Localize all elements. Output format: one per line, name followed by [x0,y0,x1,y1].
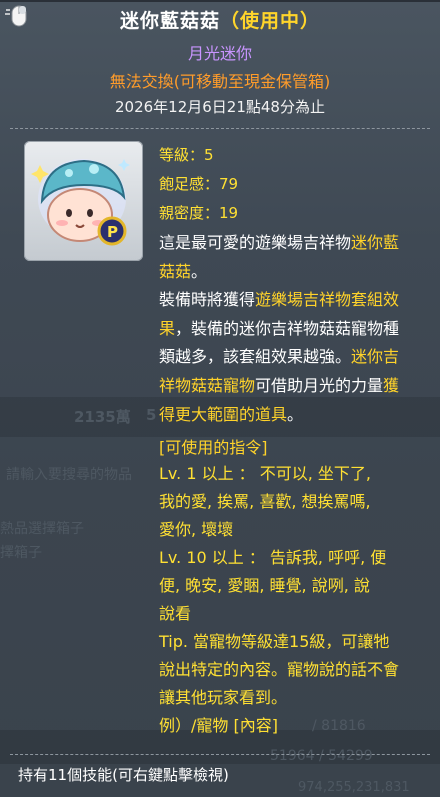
highlight-text: 遊樂場吉祥物套組效 [255,290,400,310]
svg-text:P: P [107,223,118,241]
description-text: 這是最可愛的遊樂場吉祥物 [159,233,352,252]
commands-list: Lv. 1 以上 ： 不可以, 坐下了, 我的愛, 挨罵, 喜歡, 想挨罵嗎, 愛你… [159,460,440,740]
command-line: 說看 [159,604,192,623]
divider-bottom [10,754,430,755]
description-line: 類越多，該套組效果越強。迷你吉 [159,343,440,372]
item-subtitle: 月光迷你 [187,44,252,63]
stat-2: 親密度：19 [159,204,239,222]
command-line: Tip. 當寵物等級達15級，可讓牠 [159,632,390,651]
item-tooltip: 2135萬 5 請輸入要搜尋的物品 熱品選擇箱子 擇箱子 / 81816 519… [0,0,440,797]
expiration-date: 2026年12月6日21點48分為止 [115,98,325,116]
command-line: 說出特定的內容。寵物說的話不會 [159,660,400,679]
pet-icon-frame: P [24,141,143,261]
highlight-text: 得更大範圍的道具 [159,404,288,424]
command-line: Lv. 10 以上 ： 告訴我, 呼呼, 便 [159,548,387,567]
item-name: 迷你藍菇菇 [119,10,220,32]
item-title: 迷你藍菇菇（使用中） [0,6,440,33]
background-exp: 974,255,231,831 [298,780,410,795]
command-line: 我的愛, 挨罵, 喜歡, 想挨罵嗎, [159,492,371,511]
highlight-text: 祥物菇菇寵物 [159,375,256,395]
description-text: 裝備時將獲得 [159,290,256,310]
description-text: 。 [287,404,304,424]
highlight-text: 獲 [383,375,400,395]
description-text: 可借助月光的力量 [255,375,384,395]
description-line: 菇菇。 [159,258,440,287]
description-text: 。 [191,261,208,281]
trade-restriction: 無法交換(可移動至現金保管箱) [109,72,331,91]
highlight-text: 迷你藍 [351,233,400,252]
command-line: 愛你, 壞壞 [159,520,234,539]
description-text: 類越多，該套組效果越強。 [159,347,352,367]
stat-0: 等級：5 [159,146,214,164]
highlight-text: 菇菇 [159,261,192,281]
background-item-box: 熱品選擇箱子 [0,521,84,537]
pet-stats: 等級：5 飽足感：79 親密度：19 [159,141,238,228]
divider-top [10,128,430,129]
background-item-box2: 擇箱子 [0,545,42,561]
mini-blue-mushroom-pet-icon: P [31,159,130,246]
item-status: （使用中） [220,10,321,32]
item-description: 這是最可愛的遊樂場吉祥物迷你藍 菇菇。 裝備時將獲得遊樂場吉祥物套組效 果，裝備的迷你… [159,229,440,429]
description-line: 果，裝備的迷你吉祥物菇菇寵物種 [159,315,440,344]
description-line: 這是最可愛的遊樂場吉祥物迷你藍 [159,229,440,258]
description-line: 裝備時將獲得遊樂場吉祥物套組效 [159,286,440,315]
description-line: 得更大範圍的道具。 [159,401,440,430]
command-line: 讓其他玩家看到。 [159,688,288,707]
command-line: 便, 晚安, 愛睏, 睡覺, 說咧, 說 [159,576,370,595]
highlight-text: 果 [159,318,176,338]
skills-note: 持有11個技能(可右鍵點擊檢視) [18,766,229,784]
commands-title: [可使用的指令] [159,438,268,457]
description-line: 祥物菇菇寵物可借助月光的力量獲 [159,372,440,401]
command-line: Lv. 1 以上 ： 不可以, 坐下了, [159,464,372,483]
highlight-text: 迷你吉 [351,347,400,367]
command-line: 例）/寵物 [內容] [159,716,278,735]
stat-1: 飽足感：79 [159,175,239,193]
background-search-hint: 請輸入要搜尋的物品 [6,467,132,483]
description-text: ，裝備的迷你吉祥物菇菇寵物種 [175,318,400,338]
